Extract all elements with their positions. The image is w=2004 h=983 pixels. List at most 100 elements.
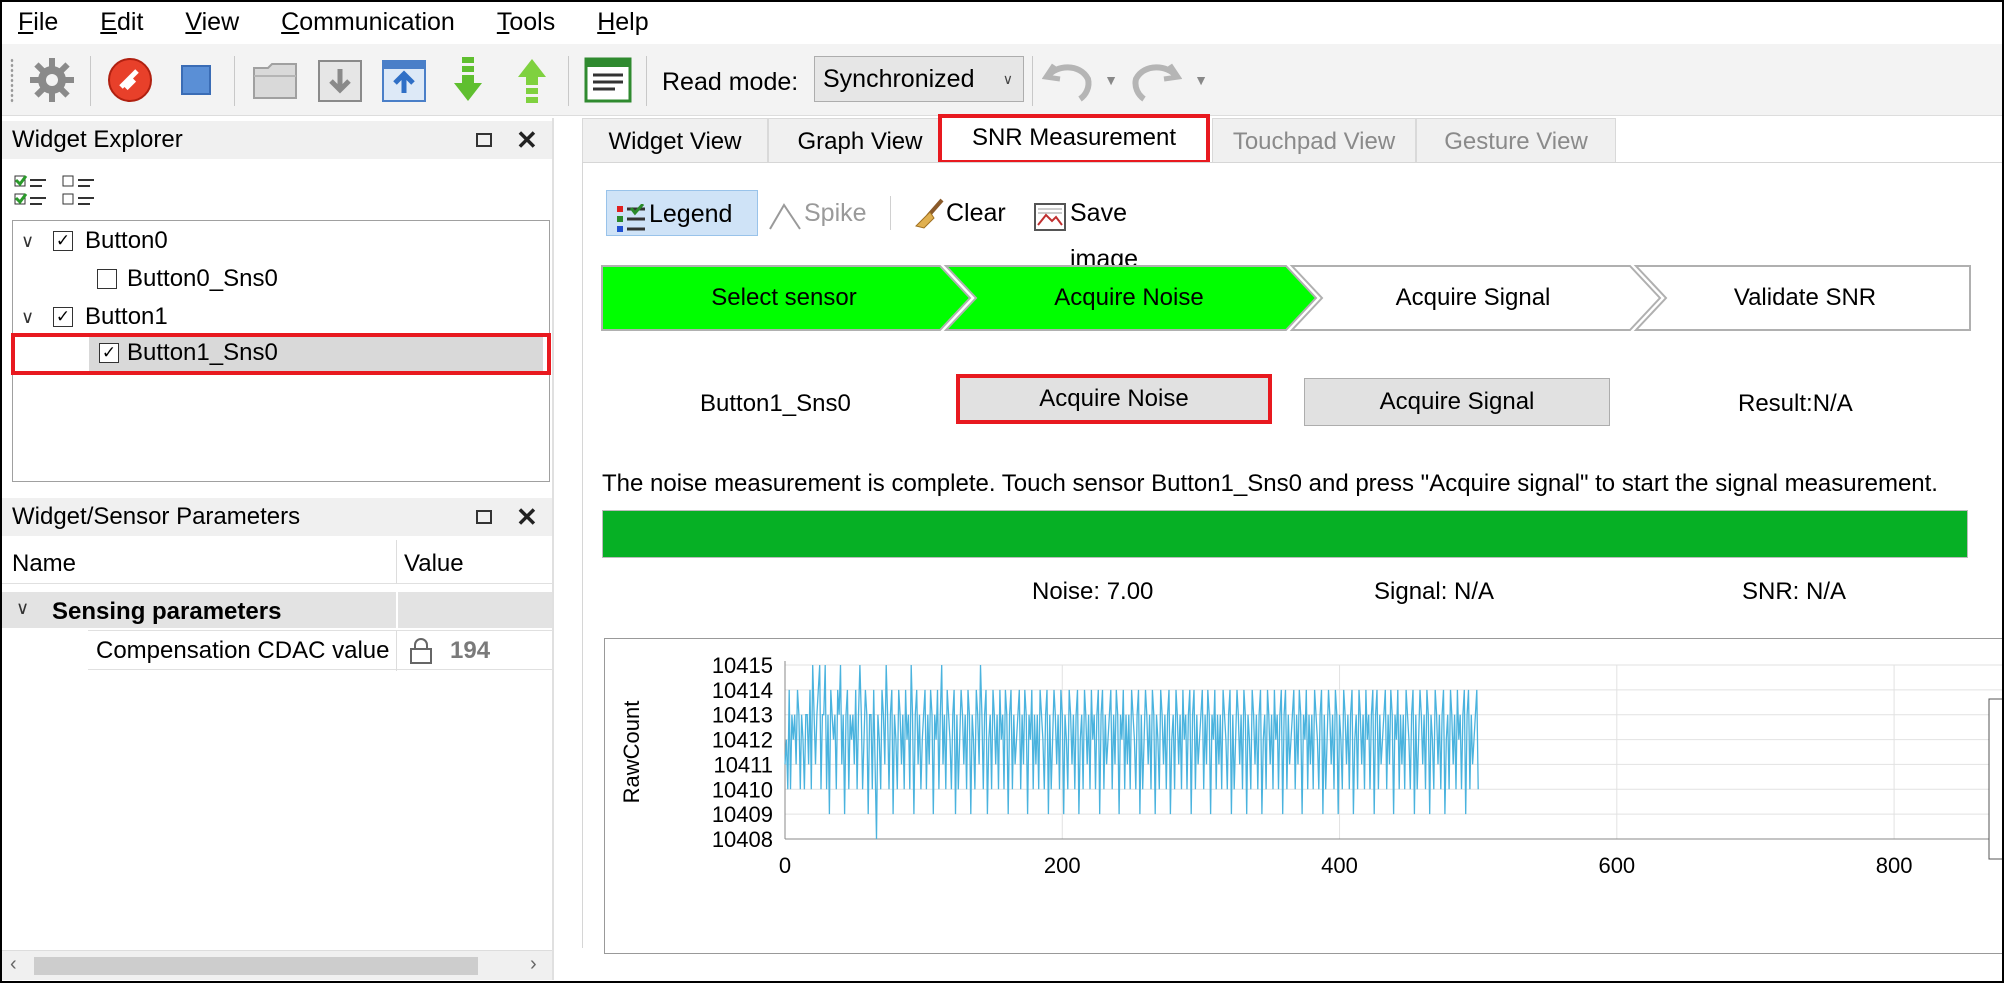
toolbar-separator [568,56,569,106]
import-icon[interactable] [314,54,366,106]
uncheck-all-icon[interactable] [62,174,96,213]
tree-item-button0[interactable]: ∨ ✓ Button0 [13,223,543,259]
x-tick-label: 0 [779,853,791,878]
column-name-header[interactable]: Name [12,550,76,578]
main-toolbar: Read mode: Synchronized ∨ ▼ ▼ [2,44,2002,116]
rawcount-chart[interactable]: 10415 10414 10413 10412 10411 10410 10409 10408… [604,638,2004,954]
lock-icon [408,637,434,670]
tab-graph-view[interactable]: Graph View [768,118,952,164]
menu-label-rest: iew [201,8,240,36]
export-icon[interactable] [378,54,430,106]
column-divider[interactable] [396,540,397,584]
widget-explorer-toolbar [2,160,552,220]
y-tick-label: 10408 [712,827,773,852]
menu-tools[interactable]: Tools [481,2,571,42]
y-tick-label: 10412 [712,728,773,753]
undo-icon[interactable] [1042,54,1094,106]
stop-icon[interactable] [170,54,222,106]
read-mode-select[interactable]: Synchronized ∨ [814,56,1024,102]
tree-item-button1[interactable]: ∨ ✓ Button1 [13,299,543,335]
save-image-button[interactable]: Save image [1032,190,1202,273]
tab-touchpad-view[interactable]: Touchpad View [1212,118,1416,164]
chart-legend-box [1988,698,2003,860]
tree-item-label: Button0_Sns0 [127,265,278,292]
toolbar-separator [90,56,91,106]
scroll-right-icon[interactable]: › [530,953,537,976]
acquire-signal-button[interactable]: Acquire Signal [1304,378,1610,426]
spike-button[interactable]: Spike [766,190,876,236]
chevron-down-icon[interactable]: ∨ [21,223,34,259]
read-mode-label: Read mode: [662,68,799,96]
chevron-down-icon[interactable]: ∨ [16,598,29,619]
undo-dropdown-icon[interactable]: ▼ [1096,54,1126,106]
close-icon[interactable]: ✕ [516,121,538,159]
tree-checkbox[interactable]: ✓ [53,307,73,327]
y-tick-label: 10410 [712,777,773,802]
column-divider [396,592,398,628]
panel-splitter[interactable] [552,118,554,980]
param-value: 194 [450,637,491,664]
param-name: Compensation CDAC value [96,637,390,664]
params-header: Name Value [2,540,552,584]
float-panel-icon[interactable] [476,510,492,524]
params-row-compensation-cdac[interactable]: Compensation CDAC value 194 [88,630,552,671]
column-value-header[interactable]: Value [404,550,464,578]
y-axis-label: RawCount [619,701,644,804]
read-mode-value: Synchronized [823,65,975,93]
menu-label-rest: ommunication [299,8,455,36]
save-image-icon [1034,200,1066,246]
menu-file[interactable]: File [2,2,74,42]
acquire-noise-button[interactable]: Acquire Noise [956,374,1272,424]
clear-button[interactable]: Clear [910,190,1010,236]
menu-help[interactable]: Help [581,2,664,42]
progress-fill [603,511,1967,557]
tab-widget-view[interactable]: Widget View [582,118,768,164]
read-down-icon[interactable] [442,54,494,106]
open-folder-icon[interactable] [250,54,302,106]
step-acquire-noise: Acquire Noise [1054,284,1204,311]
float-panel-icon[interactable] [476,133,492,147]
toolbar-separator [890,196,891,230]
tree-checkbox[interactable]: ✓ [53,231,73,251]
redo-icon[interactable] [1130,54,1182,106]
log-icon[interactable] [582,54,634,106]
check-all-icon[interactable] [14,174,48,213]
tree-item-button1-sns0[interactable]: ✓ Button1_Sns0 [89,337,543,371]
params-group-row[interactable]: ∨ Sensing parameters [2,592,552,628]
menu-mnemonic: E [100,8,117,36]
chevron-down-icon[interactable]: ∨ [21,299,34,335]
horizontal-scrollbar[interactable]: ‹ › [2,950,552,980]
menu-label-rest: ools [509,8,556,36]
rawcount-chart-svg: 1041510414104131041210411104101040910408… [619,653,2003,878]
scrollbar-thumb[interactable] [34,957,478,975]
save-image-label: Save image [1070,199,1139,273]
toolbar-grip[interactable] [10,58,14,104]
menu-edit[interactable]: Edit [84,2,159,42]
menu-view[interactable]: View [169,2,255,42]
tab-snr-measurement[interactable]: SNR Measurement [938,114,1210,164]
widget-tree: ∨ ✓ Button0 Button0_Sns0 ∨ ✓ Button1 ✓ B… [11,220,551,482]
menu-communication[interactable]: Communication [265,2,471,42]
disconnect-icon[interactable] [104,54,156,106]
broom-icon [912,198,946,245]
tree-checkbox[interactable] [97,269,117,289]
scroll-left-icon[interactable]: ‹ [10,953,17,976]
legend-button[interactable]: Legend [606,190,758,236]
gear-icon[interactable] [26,54,78,106]
x-tick-label: 400 [1321,853,1358,878]
params-title: Widget/Sensor Parameters [12,503,301,530]
tree-checkbox[interactable]: ✓ [99,343,119,363]
snr-value: SNR: N/A [1742,578,1847,605]
tree-item-label: Button1 [85,303,168,330]
write-up-icon[interactable] [506,54,558,106]
y-tick-label: 10413 [712,703,773,728]
series-line [784,664,1479,840]
close-icon[interactable]: ✕ [516,498,538,536]
params-grid: Name Value ∨ Sensing parameters Compensa… [2,540,552,950]
tree-item-button0-sns0[interactable]: Button0_Sns0 [13,261,543,297]
signal-value: Signal: N/A [1374,578,1495,605]
redo-dropdown-icon[interactable]: ▼ [1186,54,1216,106]
y-tick-label: 10415 [712,653,773,678]
params-group-label: Sensing parameters [52,598,282,625]
tab-gesture-view[interactable]: Gesture View [1416,118,1616,164]
